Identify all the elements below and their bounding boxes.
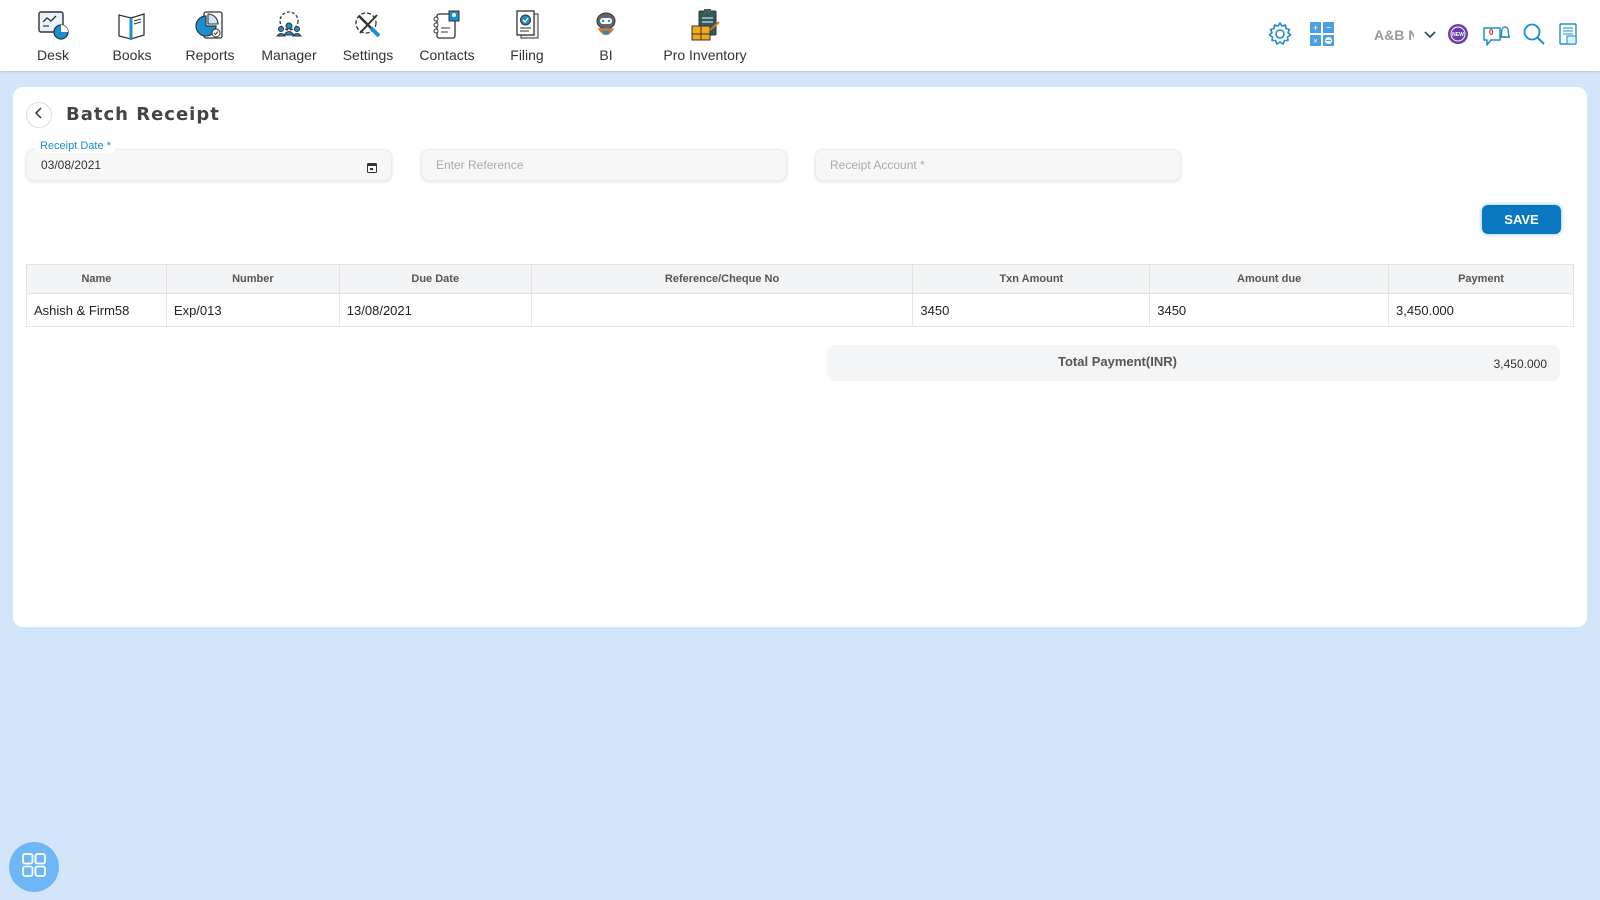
- new-badge-icon: NEW: [1447, 23, 1469, 50]
- filing-icon: [508, 6, 546, 44]
- column-header-payment: Payment: [1388, 264, 1574, 294]
- nav-item-reports[interactable]: Reports: [171, 0, 249, 71]
- nav-label: BI: [599, 47, 613, 63]
- nav-item-pro-inventory[interactable]: Pro Inventory: [651, 0, 759, 71]
- column-header-number: Number: [165, 264, 340, 294]
- reference-field[interactable]: [421, 149, 787, 181]
- back-button[interactable]: [26, 102, 52, 128]
- calendar-icon[interactable]: [367, 160, 377, 173]
- contacts-icon: [428, 6, 466, 44]
- search-icon: [1522, 22, 1546, 51]
- desk-icon: [34, 6, 72, 44]
- table-header-row: Name Number Due Date Reference/Cheque No…: [26, 264, 1574, 294]
- whats-new-button[interactable]: NEW: [1446, 22, 1470, 50]
- nav-label: Filing: [510, 47, 544, 63]
- nav-item-desk[interactable]: Desk: [13, 0, 93, 71]
- receipt-date-input[interactable]: [27, 150, 391, 180]
- grid-apps-icon: [21, 852, 47, 883]
- receipt-date-label: Receipt Date *: [35, 139, 116, 153]
- manager-icon: [270, 6, 308, 44]
- settings-tools-icon: [349, 6, 387, 44]
- receipt-account-field[interactable]: [815, 149, 1181, 181]
- new-badge-text: NEW: [1452, 32, 1464, 38]
- column-header-due-date: Due Date: [338, 264, 532, 294]
- calculator-button[interactable]: + − ×: [1309, 21, 1335, 51]
- chevron-left-icon: [34, 106, 44, 124]
- nav-label: Books: [112, 47, 152, 63]
- document-list-icon: [1559, 22, 1577, 50]
- column-header-reference: Reference/Cheque No: [530, 264, 914, 294]
- pro-inventory-icon: [686, 6, 724, 44]
- nav-item-filing[interactable]: Filing: [487, 0, 567, 71]
- notifications-button[interactable]: 0: [1481, 22, 1513, 50]
- calculator-icon: + − ×: [1310, 21, 1334, 51]
- chevron-down-icon: [1423, 27, 1437, 45]
- nav-label: Manager: [261, 47, 317, 63]
- nav-item-books[interactable]: Books: [93, 0, 171, 71]
- svg-text:−: −: [1326, 22, 1331, 32]
- notification-count: 0: [1489, 28, 1494, 37]
- nav-item-contacts[interactable]: Contacts: [407, 0, 487, 71]
- settings-button[interactable]: [1265, 20, 1295, 53]
- column-header-name: Name: [26, 264, 167, 294]
- reference-input[interactable]: [422, 150, 786, 180]
- column-header-txn-amount: Txn Amount: [912, 264, 1151, 294]
- bi-robot-icon: [587, 6, 625, 44]
- total-payment-label: Total Payment(INR): [1058, 354, 1177, 369]
- nav-label: Reports: [185, 47, 235, 63]
- column-header-amount-due: Amount due: [1149, 264, 1390, 294]
- nav-label: Settings: [342, 47, 394, 63]
- cell-name: Ashish & Firm58: [26, 293, 167, 327]
- documents-button[interactable]: [1557, 22, 1579, 50]
- svg-text:+: +: [1313, 23, 1318, 33]
- gear-icon: [1266, 20, 1294, 53]
- batch-receipt-table: Name Number Due Date Reference/Cheque No…: [26, 264, 1574, 327]
- nav-label: Desk: [37, 47, 69, 63]
- nav-label: Pro Inventory: [663, 47, 747, 63]
- nav-item-settings[interactable]: Settings: [329, 0, 407, 71]
- svg-text:×: ×: [1313, 36, 1318, 45]
- nav-label: Contacts: [419, 47, 475, 63]
- nav-item-bi[interactable]: BI: [567, 0, 645, 71]
- cell-due-date: 13/08/2021: [338, 293, 532, 327]
- apps-menu-button[interactable]: [9, 842, 59, 892]
- company-name[interactable]: A&B N: [1374, 27, 1414, 43]
- receipt-date-field[interactable]: Receipt Date *: [26, 139, 392, 181]
- page-title: Batch Receipt: [66, 104, 220, 125]
- table-row: Ashish & Firm58 Exp/013 13/08/2021 3450 …: [26, 293, 1574, 327]
- total-payment-box: Total Payment(INR) 3,450.000: [827, 345, 1560, 381]
- cell-amount-due: 3450: [1149, 293, 1390, 327]
- cell-txn-amount: 3450: [912, 293, 1151, 327]
- save-button[interactable]: SAVE: [1482, 205, 1561, 234]
- total-payment-value: 3,450.000: [1493, 357, 1547, 371]
- notification-bell-chat-icon: 0: [1482, 23, 1512, 49]
- books-icon: [113, 6, 151, 44]
- company-dropdown-button[interactable]: [1420, 22, 1440, 50]
- top-navigation-bar: Desk Books Reports Manager Settings Cont…: [0, 0, 1600, 71]
- reports-icon: [191, 6, 229, 44]
- cell-reference[interactable]: [530, 293, 914, 327]
- search-button[interactable]: [1521, 22, 1547, 50]
- cell-payment[interactable]: 3,450.000: [1388, 293, 1574, 327]
- main-nav: Desk Books Reports Manager Settings Cont…: [0, 0, 759, 71]
- nav-item-manager[interactable]: Manager: [249, 0, 329, 71]
- receipt-account-input[interactable]: [816, 150, 1180, 180]
- cell-number: Exp/013: [165, 293, 340, 327]
